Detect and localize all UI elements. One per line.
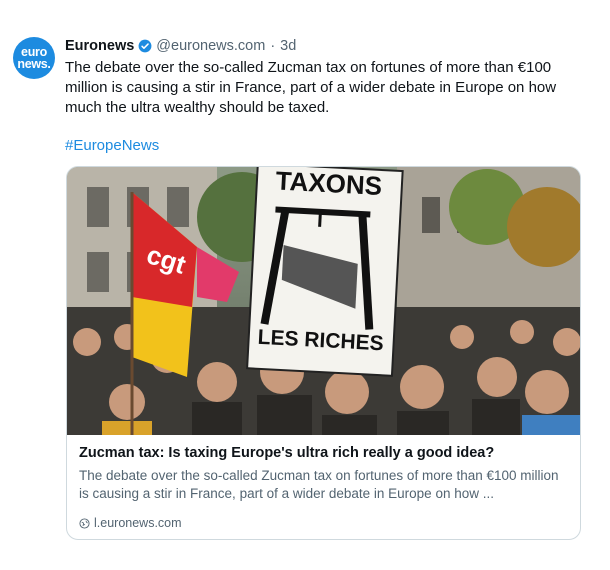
post: euro news. Euronews @euronews.com · 3d T… bbox=[0, 0, 610, 570]
card-image: cgt TAXONS LES RICHES bbox=[67, 167, 580, 435]
sign-top-text: TAXONS bbox=[275, 167, 383, 201]
card-title[interactable]: Zucman tax: Is taxing Europe's ultra ric… bbox=[79, 445, 569, 461]
separator-dot: · bbox=[270, 38, 276, 54]
author-handle[interactable]: @euronews.com bbox=[156, 38, 265, 54]
hashtag-link[interactable]: #EuropeNews bbox=[65, 137, 159, 154]
post-time[interactable]: 3d bbox=[280, 38, 296, 54]
verified-badge-icon bbox=[138, 39, 152, 53]
card-link[interactable]: l.euronews.com bbox=[79, 516, 182, 530]
avatar[interactable]: euro news. bbox=[13, 37, 55, 79]
avatar-text-line2: news. bbox=[17, 57, 51, 71]
globe-icon bbox=[79, 517, 90, 529]
card-link-domain[interactable]: l.euronews.com bbox=[94, 516, 182, 530]
card-description: The debate over the so-called Zucman tax… bbox=[79, 468, 559, 501]
post-text: The debate over the so-called Zucman tax… bbox=[65, 59, 557, 116]
link-card[interactable]: cgt TAXONS LES RICHES Zucman tax: Is tax… bbox=[66, 166, 581, 540]
post-header: Euronews @euronews.com · 3d bbox=[65, 37, 296, 55]
author-name[interactable]: Euronews bbox=[65, 38, 134, 54]
